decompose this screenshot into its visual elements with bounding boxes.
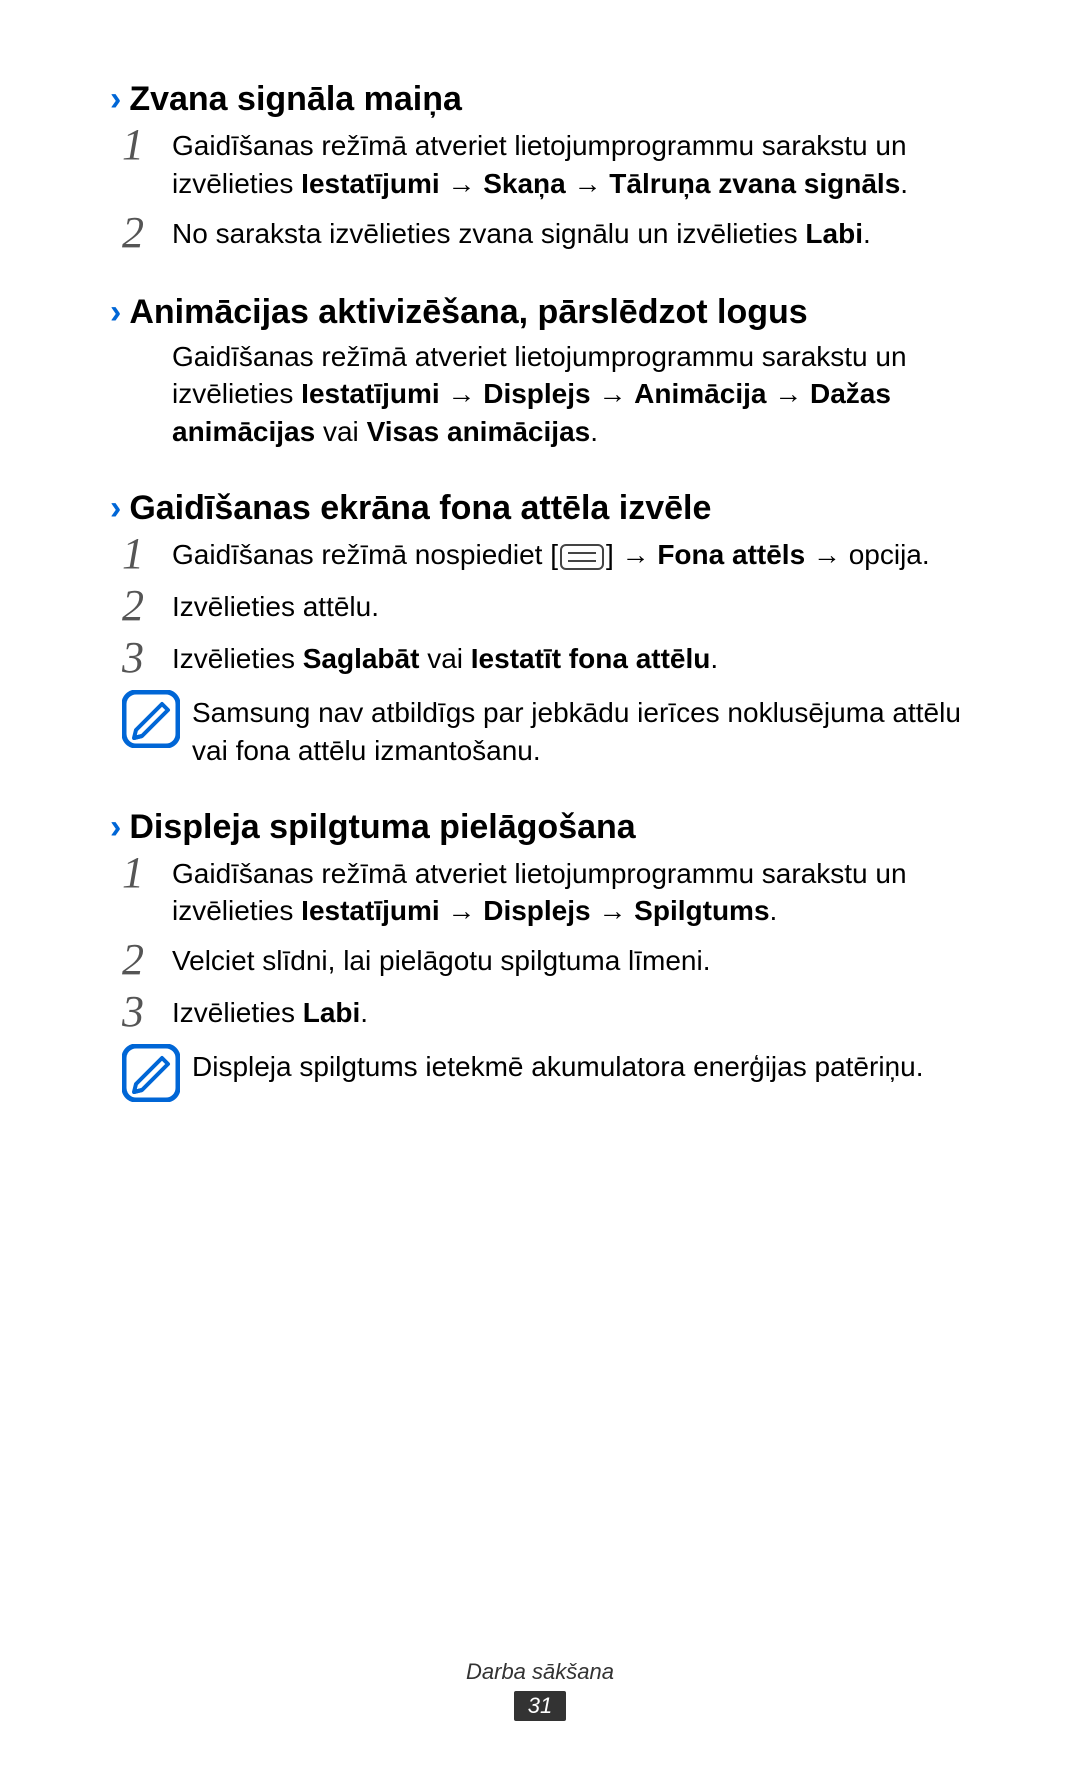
text-run: Displeja spilgtums ietekmē akumulatora e… (192, 1051, 923, 1082)
bold-text: Skaņa (483, 168, 566, 199)
step-number: 3 (122, 636, 172, 680)
section-heading: ›Gaidīšanas ekrāna fona attēla izvēle (110, 489, 970, 528)
note-text: Samsung nav atbildīgs par jebkādu ierīce… (192, 690, 970, 770)
step-text: No saraksta izvēlieties zvana signālu un… (172, 213, 970, 255)
step-number: 2 (122, 584, 172, 628)
text-run: vai (419, 643, 470, 674)
section-title: Zvana signāla maiņa (129, 80, 462, 119)
numbered-step: 2Velciet slīdni, lai pielāgotu spilgtuma… (122, 940, 970, 982)
text-run: ] → (606, 539, 657, 570)
note-icon (122, 690, 180, 748)
bold-text: Spilgtums (634, 895, 769, 926)
bold-text: Iestatīt fona attēlu (471, 643, 711, 674)
menu-icon (560, 544, 604, 570)
text-run: → (591, 895, 635, 926)
text-run: Samsung nav atbildīgs par jebkādu ierīce… (192, 697, 961, 766)
step-number: 2 (122, 938, 172, 982)
note: Displeja spilgtums ietekmē akumulatora e… (122, 1044, 970, 1102)
step-number: 2 (122, 211, 172, 255)
section: ›Animācijas aktivizēšana, pārslēdzot log… (110, 293, 970, 451)
section-title: Gaidīšanas ekrāna fona attēla izvēle (129, 489, 711, 528)
text-run: . (710, 643, 718, 674)
text-run: → (766, 378, 810, 409)
bold-text: Displejs (483, 378, 590, 409)
step-text: Gaidīšanas režīmā atveriet lietojumprogr… (172, 125, 970, 203)
text-run: → (566, 168, 610, 199)
text-run: → (591, 378, 635, 409)
bold-text: Visas animācijas (367, 416, 591, 447)
numbered-step: 1Gaidīšanas režīmā nospiediet [ ] → Fona … (122, 534, 970, 576)
section-heading: ›Animācijas aktivizēšana, pārslēdzot log… (110, 293, 970, 332)
bold-text: Tālruņa zvana signāls (609, 168, 900, 199)
note-text: Displeja spilgtums ietekmē akumulatora e… (192, 1044, 970, 1086)
section: ›Displeja spilgtuma pielāgošana 1Gaidīšan… (110, 808, 970, 1103)
text-run: . (900, 168, 908, 199)
text-run: Gaidīšanas režīmā nospiediet [ (172, 539, 558, 570)
numbered-step: 2Izvēlieties attēlu. (122, 586, 970, 628)
numbered-step: 1Gaidīšanas režīmā atveriet lietojumprog… (122, 125, 970, 203)
bold-text: Fona attēls (657, 539, 805, 570)
step-number: 1 (122, 532, 172, 576)
bold-text: Iestatījumi (301, 378, 439, 409)
step-text: Izvēlieties Labi. (172, 992, 970, 1034)
text-run: → (440, 168, 484, 199)
chevron-icon: › (110, 808, 121, 847)
text-run: Izvēlieties attēlu. (172, 591, 379, 622)
step-text: Izvēlieties attēlu. (172, 586, 970, 628)
bold-text: Iestatījumi (301, 168, 439, 199)
step-number: 1 (122, 851, 172, 931)
step-number: 3 (122, 990, 172, 1034)
text-run: → (440, 895, 484, 926)
section-heading: ›Zvana signāla maiņa (110, 80, 970, 119)
step-text: Velciet slīdni, lai pielāgotu spilgtuma … (172, 940, 970, 982)
section-title: Animācijas aktivizēšana, pārslēdzot logu… (129, 293, 807, 332)
page-number: 31 (514, 1691, 566, 1721)
numbered-step: 1Gaidīšanas režīmā atveriet lietojumprog… (122, 853, 970, 931)
numbered-step: 2No saraksta izvēlieties zvana signālu u… (122, 213, 970, 255)
bold-text: Labi (805, 218, 863, 249)
numbered-step: 3Izvēlieties Labi. (122, 992, 970, 1034)
text-run: . (863, 218, 871, 249)
text-run: . (590, 416, 598, 447)
text-run: Izvēlieties (172, 997, 303, 1028)
section: ›Zvana signāla maiņa 1Gaidīšanas režīmā a… (110, 80, 970, 255)
chevron-icon: › (110, 489, 121, 528)
text-run: . (770, 895, 778, 926)
section: ›Gaidīšanas ekrāna fona attēla izvēle1Ga… (110, 489, 970, 770)
text-run: Izvēlieties (172, 643, 303, 674)
bold-text: Saglabāt (303, 643, 420, 674)
step-number: 1 (122, 123, 172, 203)
text-run: → opcija. (805, 539, 930, 570)
step-text: Izvēlieties Saglabāt vai Iestatīt fona a… (172, 638, 970, 680)
step-text: Gaidīšanas režīmā atveriet lietojumprogr… (172, 853, 970, 931)
bold-text: Iestatījumi (301, 895, 439, 926)
text-run: → (440, 378, 484, 409)
note: Samsung nav atbildīgs par jebkādu ierīce… (122, 690, 970, 770)
footer-section-label: Darba sākšana (0, 1659, 1080, 1685)
note-icon (122, 1044, 180, 1102)
body-paragraph: Gaidīšanas režīmā atveriet lietojumprogr… (172, 338, 970, 451)
bold-text: Animācija (634, 378, 766, 409)
chevron-icon: › (110, 80, 121, 119)
section-title: Displeja spilgtuma pielāgošana (129, 808, 635, 847)
text-run: vai (315, 416, 366, 447)
text-run: No saraksta izvēlieties zvana signālu un… (172, 218, 805, 249)
step-text: Gaidīšanas režīmā nospiediet [ ] → Fona a… (172, 534, 970, 576)
bold-text: Displejs (483, 895, 590, 926)
text-run: . (360, 997, 368, 1028)
text-run: Velciet slīdni, lai pielāgotu spilgtuma … (172, 945, 711, 976)
chevron-icon: › (110, 293, 121, 332)
section-heading: ›Displeja spilgtuma pielāgošana (110, 808, 970, 847)
page-footer: Darba sākšana 31 (0, 1659, 1080, 1721)
bold-text: Labi (303, 997, 361, 1028)
numbered-step: 3Izvēlieties Saglabāt vai Iestatīt fona … (122, 638, 970, 680)
